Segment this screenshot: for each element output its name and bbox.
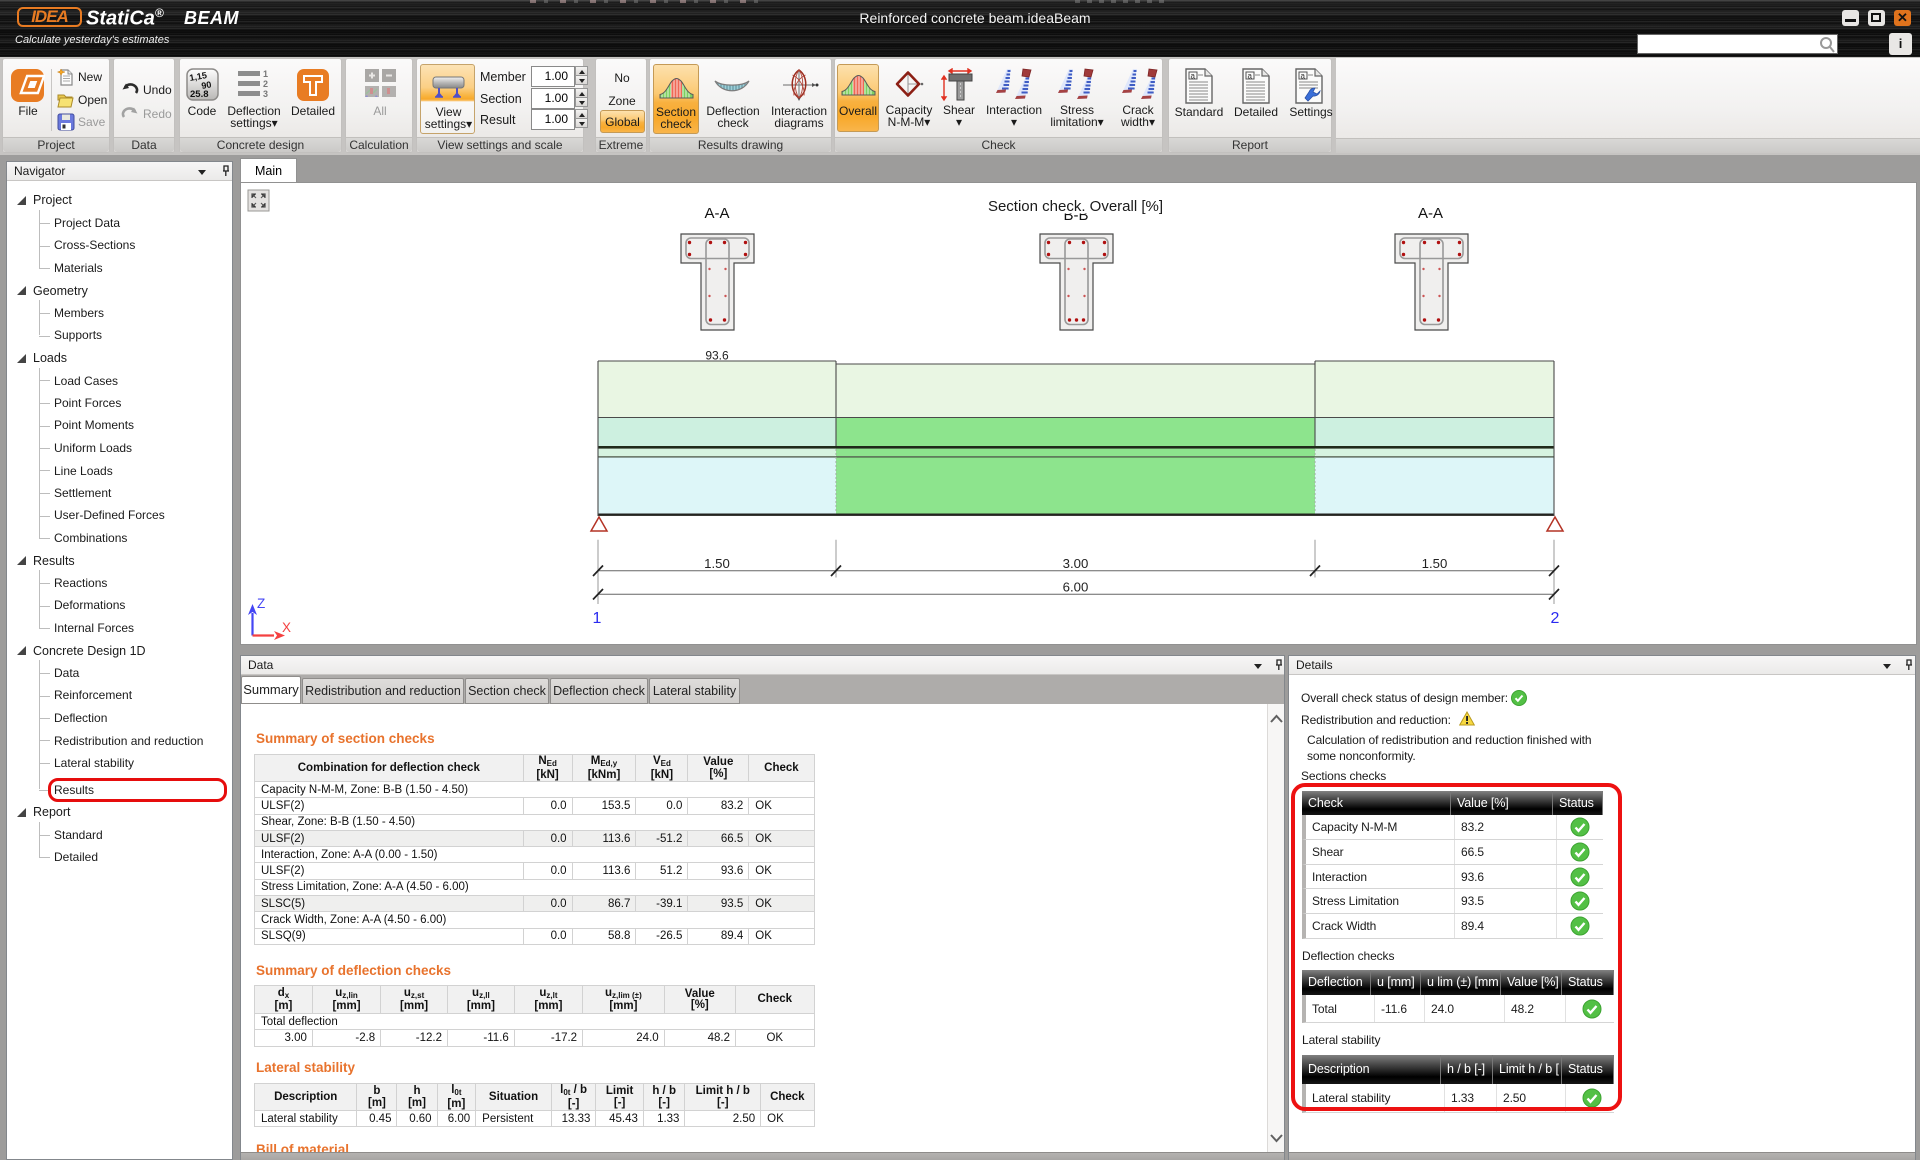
svg-text:93.6: 93.6 <box>705 349 729 363</box>
svg-text:1.50: 1.50 <box>1422 556 1448 571</box>
svg-text:1.50: 1.50 <box>704 556 730 571</box>
svg-text:2: 2 <box>1551 610 1560 627</box>
svg-text:a: a <box>1301 72 1306 81</box>
svg-text:Z: Z <box>257 596 265 611</box>
svg-text:X: X <box>282 620 291 635</box>
svg-text:25.8: 25.8 <box>190 89 209 100</box>
svg-text:3: 3 <box>263 89 268 98</box>
svg-text:A-A: A-A <box>704 205 729 222</box>
svg-text:3.00: 3.00 <box>1063 556 1089 571</box>
svg-text:1: 1 <box>263 70 268 79</box>
svg-text:6.00: 6.00 <box>1063 580 1089 595</box>
svg-text:a: a <box>1248 72 1253 81</box>
svg-text:2: 2 <box>263 79 268 89</box>
svg-text:1: 1 <box>593 610 602 627</box>
svg-text:a: a <box>1191 72 1196 81</box>
svg-text:Section check. Overall [%]: Section check. Overall [%] <box>988 198 1163 215</box>
svg-text:A-A: A-A <box>1418 205 1443 222</box>
